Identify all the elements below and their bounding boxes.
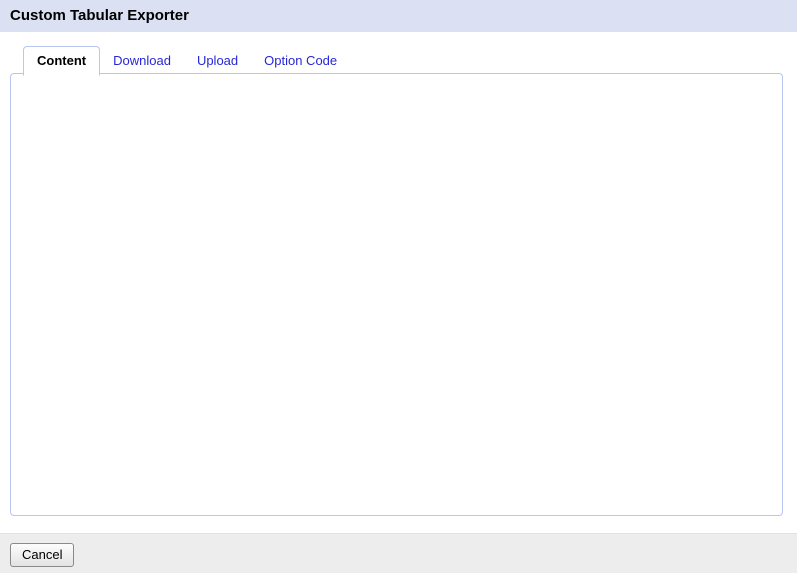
content-panel <box>10 73 783 516</box>
tab-content[interactable]: Content <box>23 46 100 76</box>
dialog-footer: Cancel <box>0 533 797 573</box>
tab-download[interactable]: Download <box>100 47 184 75</box>
cancel-button[interactable]: Cancel <box>10 543 74 567</box>
tab-bar: Content Download Upload Option Code <box>23 46 350 75</box>
tab-upload[interactable]: Upload <box>184 47 251 75</box>
dialog-title: Custom Tabular Exporter <box>0 0 797 32</box>
tab-option-code[interactable]: Option Code <box>251 47 350 75</box>
